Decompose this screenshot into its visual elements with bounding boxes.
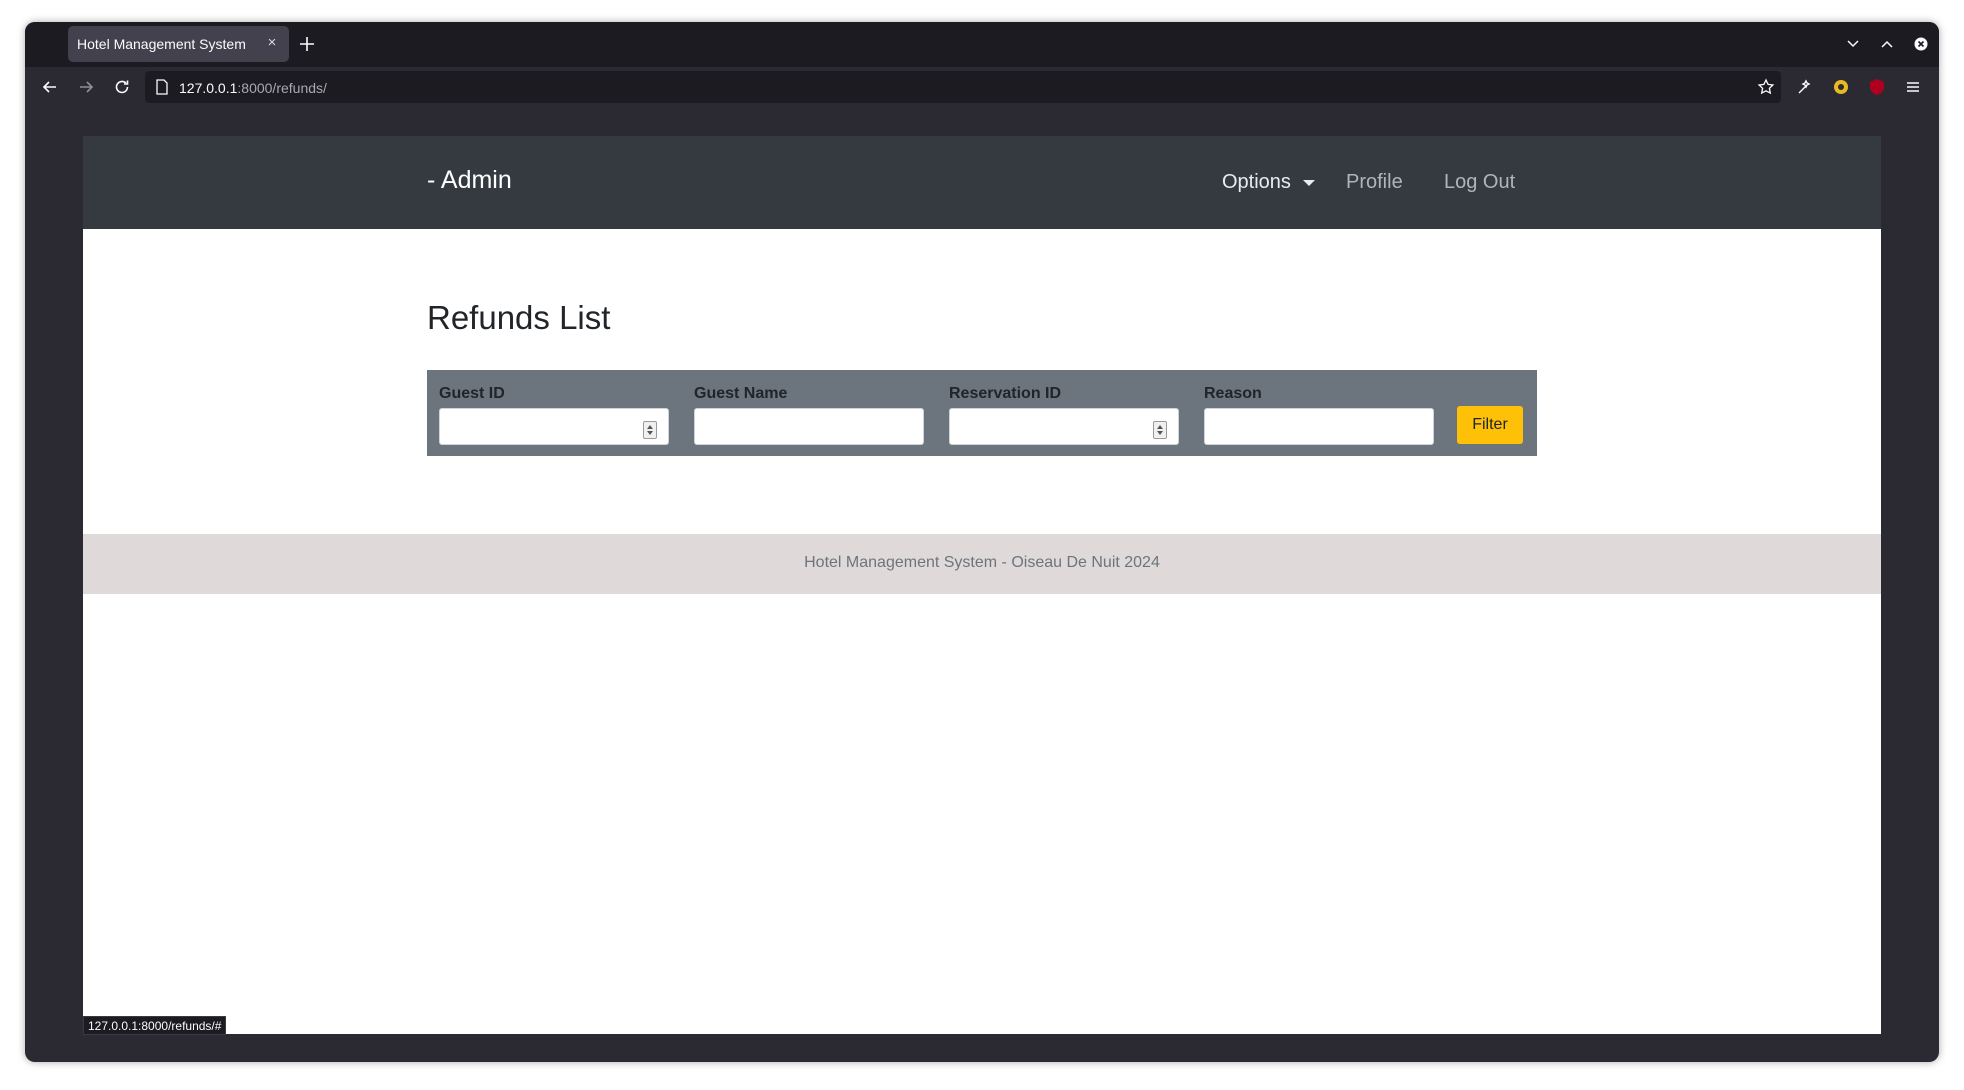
forward-icon[interactable] <box>76 77 96 97</box>
guest-id-spinner-icon[interactable] <box>643 421 657 439</box>
page-footer: Hotel Management System - Oiseau De Nuit… <box>83 534 1881 594</box>
reason-input[interactable] <box>1204 408 1434 445</box>
guest-name-label: Guest Name <box>694 385 788 402</box>
back-icon[interactable] <box>40 77 60 97</box>
reservation-id-spinner-icon[interactable] <box>1153 421 1167 439</box>
guest-name-group: Guest Name <box>694 384 924 445</box>
top-navbar: - Admin Options Profile Log Out <box>83 136 1881 229</box>
guest-name-input[interactable] <box>694 408 924 445</box>
tab-title: Hotel Management System <box>77 36 246 52</box>
bookmark-star-icon[interactable] <box>1757 78 1775 96</box>
page-viewport: - Admin Options Profile Log Out Refunds … <box>83 136 1881 1035</box>
nav-logout-link[interactable]: Log Out <box>1444 171 1515 194</box>
guest-id-input[interactable] <box>439 408 669 445</box>
tab-hotel-management[interactable]: Hotel Management System × <box>68 26 289 62</box>
ublock-icon[interactable] <box>1867 77 1887 97</box>
guest-id-label: Guest ID <box>439 385 505 402</box>
browser-window: Hotel Management System × 127.0.0.1:8000… <box>25 22 1939 1062</box>
navbar-brand[interactable]: - Admin <box>427 166 512 195</box>
menu-icon[interactable] <box>1903 77 1923 97</box>
filter-button[interactable]: Filter <box>1457 406 1523 444</box>
reservation-id-input[interactable] <box>949 408 1179 445</box>
nav-options-label: Options <box>1222 171 1291 193</box>
status-url-tooltip: 127.0.0.1:8000/refunds/# <box>83 1016 227 1035</box>
new-tab-icon[interactable] <box>297 34 317 54</box>
refund-filter-form: Guest ID Guest Name Reservation ID Reaso… <box>427 370 1537 456</box>
maximize-icon[interactable] <box>1879 36 1895 52</box>
url-path: :8000/refunds/ <box>237 80 327 96</box>
tab-strip: Hotel Management System × <box>25 22 1939 67</box>
url-bar[interactable]: 127.0.0.1:8000/refunds/ <box>145 71 1781 103</box>
page-icon <box>156 79 168 95</box>
url-text: 127.0.0.1:8000/refunds/ <box>179 80 327 96</box>
reservation-id-group: Reservation ID <box>949 384 1179 445</box>
extension-badge-icon[interactable] <box>1831 77 1851 97</box>
url-host: 127.0.0.1 <box>179 80 238 96</box>
list-tabs-icon[interactable] <box>1845 36 1861 52</box>
nav-profile-link[interactable]: Profile <box>1346 171 1403 194</box>
extensions-icon[interactable] <box>1795 77 1815 97</box>
footer-text: Hotel Management System - Oiseau De Nuit… <box>804 554 1160 571</box>
guest-id-group: Guest ID <box>439 384 669 445</box>
nav-toolbar: 127.0.0.1:8000/refunds/ <box>25 67 1939 107</box>
nav-options-dropdown[interactable]: Options <box>1222 171 1315 194</box>
close-window-icon[interactable] <box>1913 36 1929 52</box>
tab-close-icon[interactable]: × <box>263 34 281 52</box>
reason-group: Reason <box>1204 384 1434 445</box>
page-title: Refunds List <box>427 299 611 336</box>
reason-label: Reason <box>1204 385 1262 402</box>
reservation-id-label: Reservation ID <box>949 385 1062 402</box>
reload-icon[interactable] <box>112 77 132 97</box>
caret-down-icon <box>1303 180 1315 186</box>
